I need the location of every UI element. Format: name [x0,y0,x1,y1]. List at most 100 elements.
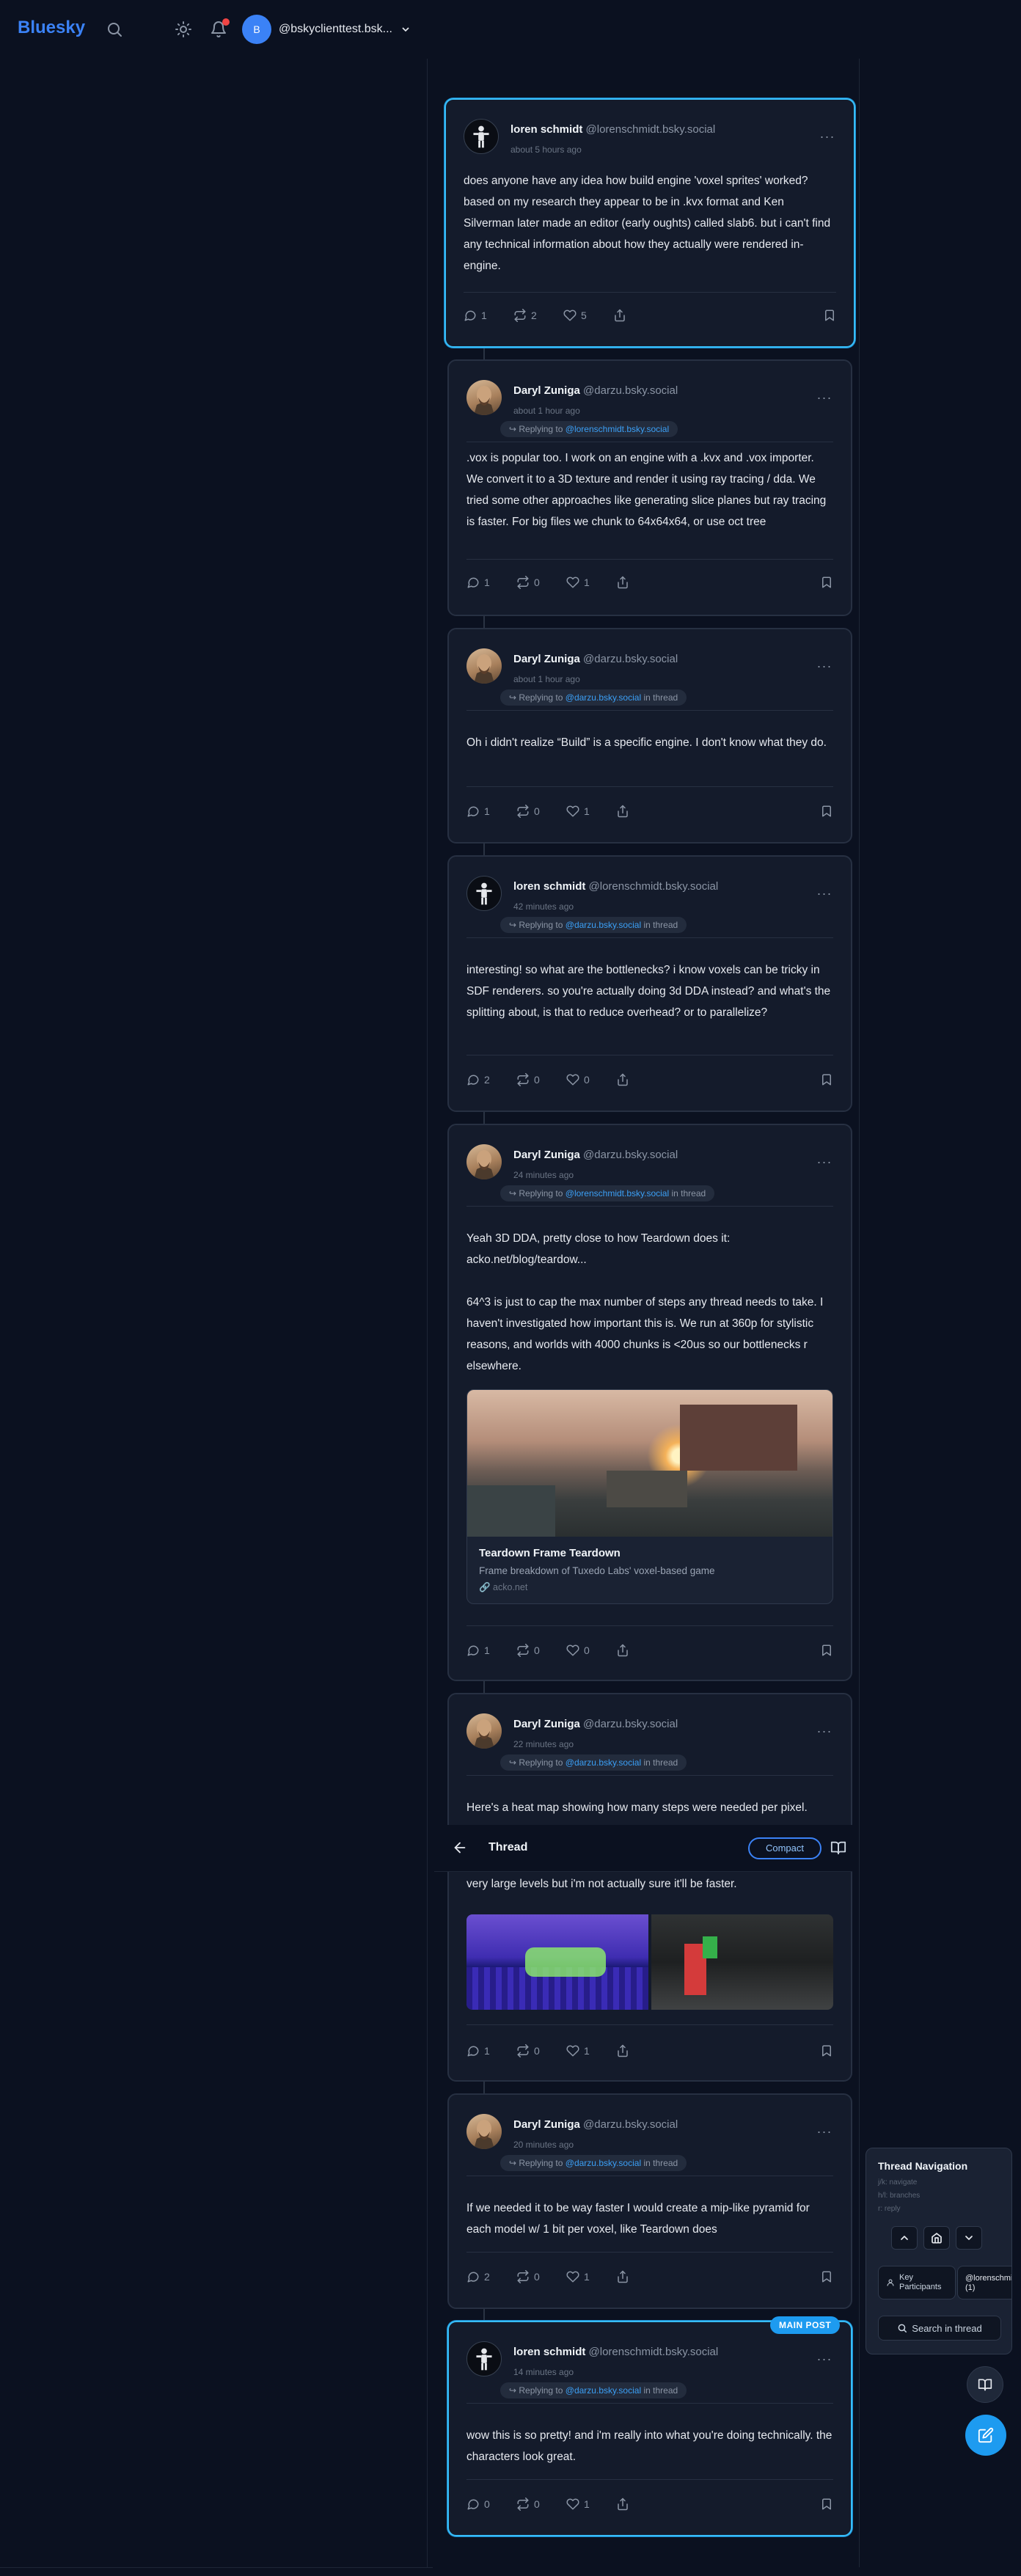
share-icon[interactable] [616,2498,645,2511]
reply-button[interactable]: 1 [466,1644,516,1657]
post-author[interactable]: loren schmidt @lorenschmidt.bsky.social [513,880,718,893]
thread-post[interactable]: loren schmidt @lorenschmidt.bsky.social … [447,855,852,1112]
like-button[interactable]: 1 [566,2270,616,2283]
bookmark-icon[interactable] [820,1073,833,1086]
repost-button[interactable]: 0 [516,1073,566,1086]
bookmark-icon[interactable] [820,805,833,818]
replying-to-pill[interactable]: ↪ Replying to @darzu.bsky.social in thre… [500,689,687,706]
share-icon[interactable] [613,309,643,322]
bookmark-icon[interactable] [823,309,836,322]
post-timestamp[interactable]: 14 minutes ago [513,2367,574,2377]
more-options-icon[interactable]: ··· [816,1724,833,1738]
share-icon[interactable] [616,2044,645,2057]
compact-toggle-button[interactable]: Compact [748,1837,821,1859]
replying-to-pill[interactable]: ↪ Replying to @lorenschmidt.bsky.social [500,421,678,437]
book-open-icon[interactable] [830,1840,846,1856]
more-options-icon[interactable]: ··· [816,2124,833,2139]
thread-post[interactable]: Daryl Zuniga @darzu.bsky.social about 1 … [447,359,852,616]
post-timestamp[interactable]: about 1 hour ago [513,406,580,416]
more-options-icon[interactable]: ··· [816,390,833,405]
avatar[interactable] [464,119,499,154]
theme-toggle-sun-icon[interactable] [175,21,192,38]
post-author[interactable]: loren schmidt @lorenschmidt.bsky.social [511,123,715,136]
thread-post[interactable]: Daryl Zuniga @darzu.bsky.social 24 minut… [447,1124,852,1681]
search-icon[interactable] [106,21,123,38]
repost-button[interactable]: 0 [516,2044,566,2057]
key-participants-button[interactable]: Key Participants [878,2266,956,2299]
more-options-icon[interactable]: ··· [819,129,836,144]
share-icon[interactable] [616,805,645,818]
repost-button[interactable]: 0 [516,2270,566,2283]
thread-post-main[interactable]: loren schmidt @lorenschmidt.bsky.social … [447,2321,852,2536]
thread-post-root[interactable]: loren schmidt @lorenschmidt.bsky.social … [444,98,855,348]
more-options-icon[interactable]: ··· [816,659,833,673]
repost-button[interactable]: 0 [516,576,566,589]
share-icon[interactable] [616,1644,645,1657]
next-post-button[interactable] [956,2226,982,2250]
avatar[interactable] [466,1713,502,1749]
bookmark-icon[interactable] [820,1644,833,1657]
share-icon[interactable] [616,1073,645,1086]
post-timestamp[interactable]: 22 minutes ago [513,1739,574,1749]
like-button[interactable]: 0 [566,1644,616,1657]
reply-button[interactable]: 1 [466,805,516,818]
replying-to-pill[interactable]: ↪ Replying to @darzu.bsky.social in thre… [500,2382,687,2398]
compose-post-button[interactable] [965,2415,1006,2456]
like-button[interactable]: 1 [566,2044,616,2057]
like-button[interactable]: 0 [566,1073,616,1086]
participant-chip[interactable]: @lorenschmidt(1) [957,2266,1011,2299]
like-button[interactable]: 1 [566,2498,616,2511]
thread-post[interactable]: Daryl Zuniga @darzu.bsky.social about 1 … [447,628,852,844]
reply-button[interactable]: 1 [466,2044,516,2057]
replying-to-pill[interactable]: ↪ Replying to @lorenschmidt.bsky.social … [500,1185,715,1201]
heatmap-image[interactable] [466,1914,648,2010]
reply-button[interactable]: 1 [466,576,516,589]
repost-button[interactable]: 0 [516,1644,566,1657]
post-author[interactable]: loren schmidt @lorenschmidt.bsky.social [513,2346,718,2358]
more-options-icon[interactable]: ··· [816,886,833,901]
avatar[interactable] [466,1144,502,1179]
more-options-icon[interactable]: ··· [816,1155,833,1169]
bookmark-icon[interactable] [820,2498,833,2511]
thread-post[interactable]: Daryl Zuniga @darzu.bsky.social 20 minut… [447,2093,852,2309]
render-image[interactable] [651,1914,833,2010]
repost-button[interactable]: 0 [516,805,566,818]
replying-to-pill[interactable]: ↪ Replying to @darzu.bsky.social in thre… [500,1754,687,1771]
replying-to-pill[interactable]: ↪ Replying to @darzu.bsky.social in thre… [500,917,687,933]
bluesky-logo[interactable]: Bluesky [18,18,85,38]
like-button[interactable]: 1 [566,576,616,589]
avatar[interactable] [466,2341,502,2376]
like-button[interactable]: 5 [563,309,613,322]
replying-to-pill[interactable]: ↪ Replying to @darzu.bsky.social in thre… [500,2155,687,2171]
back-arrow-icon[interactable] [452,1840,468,1856]
post-timestamp[interactable]: 42 minutes ago [513,901,574,912]
notifications-bell-icon[interactable] [210,18,230,38]
bookmark-icon[interactable] [820,576,833,589]
bookmark-icon[interactable] [820,2044,833,2057]
post-author[interactable]: Daryl Zuniga @darzu.bsky.social [513,1149,678,1161]
reply-button[interactable]: 2 [466,2270,516,2283]
reader-mode-book-icon[interactable] [967,2366,1003,2403]
avatar[interactable] [466,648,502,684]
link-card[interactable]: Teardown Frame Teardown Frame breakdown … [466,1389,833,1604]
previous-post-button[interactable] [891,2226,918,2250]
post-author[interactable]: Daryl Zuniga @darzu.bsky.social [513,1718,678,1730]
share-icon[interactable] [616,2270,645,2283]
post-author[interactable]: Daryl Zuniga @darzu.bsky.social [513,384,678,397]
more-options-icon[interactable]: ··· [816,2352,833,2366]
bookmark-icon[interactable] [820,2270,833,2283]
like-button[interactable]: 1 [566,805,616,818]
home-button[interactable] [923,2226,950,2250]
post-images[interactable] [466,1914,833,2010]
thread-post[interactable]: Daryl Zuniga @darzu.bsky.social 22 minut… [447,1693,852,2082]
repost-button[interactable]: 2 [513,309,563,322]
avatar[interactable] [466,2114,502,2149]
search-in-thread-button[interactable]: Search in thread [878,2316,1001,2341]
repost-button[interactable]: 0 [516,2498,566,2511]
post-timestamp[interactable]: about 5 hours ago [511,144,582,155]
post-timestamp[interactable]: 20 minutes ago [513,2140,574,2150]
share-icon[interactable] [616,576,645,589]
reply-button[interactable]: 2 [466,1073,516,1086]
post-author[interactable]: Daryl Zuniga @darzu.bsky.social [513,653,678,665]
reply-button[interactable]: 1 [464,309,513,322]
